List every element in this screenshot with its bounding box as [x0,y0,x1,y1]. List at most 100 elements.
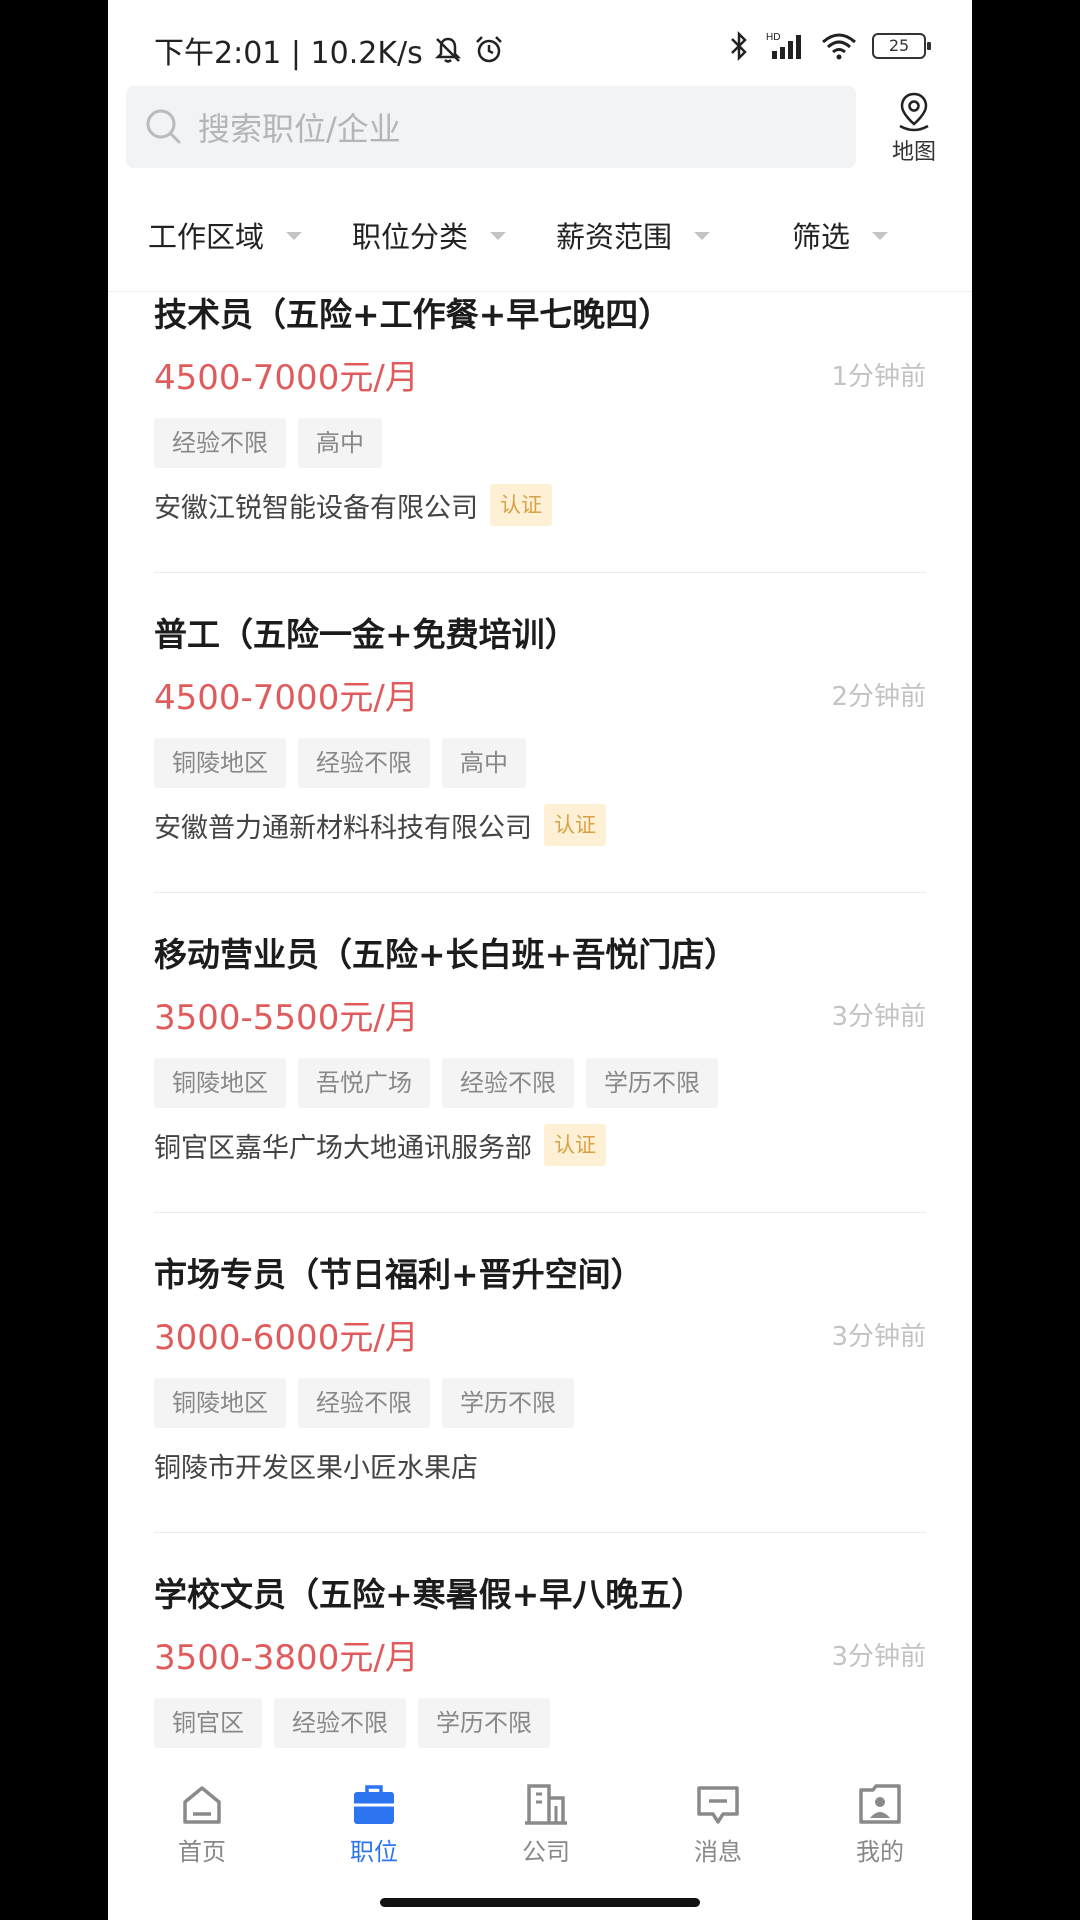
company-row: 安徽江锐智能设备有限公司 认证 [154,482,552,528]
job-salary: 4500-7000元/月 [154,358,419,398]
job-card[interactable]: 技术员（五险+工作餐+早七晚四） 4500-7000元/月 1分钟前 经验不限 … [154,292,926,572]
filter-label: 工作区域 [148,220,265,254]
search-input[interactable]: 搜索职位/企业 [126,86,856,168]
divider [154,1212,926,1213]
job-tags: 经验不限 高中 [154,418,382,468]
verified-badge: 认证 [490,484,552,526]
bell-muted-icon [434,37,461,63]
status-bar: 下午2:01 | 10.2K/s HD 25 [108,0,972,80]
filter-work-area[interactable]: 工作区域 [148,214,303,256]
nav-label: 消息 [694,1838,742,1866]
company-name: 安徽普力通新材料科技有限公司 [154,812,532,844]
job-card[interactable]: 普工（五险一金+免费培训） 4500-7000元/月 2分钟前 铜陵地区 经验不… [154,612,926,892]
company-name: 铜官区嘉华广场大地通讯服务部 [154,1132,532,1164]
verified-badge: 认证 [544,1124,606,1166]
chevron-down-icon [490,232,507,240]
job-posted-time: 2分钟前 [831,682,926,712]
job-salary: 3000-6000元/月 [154,1318,419,1358]
home-indicator[interactable] [380,1898,700,1907]
map-button[interactable]: 地图 [874,90,954,166]
job-tag: 铜陵地区 [154,1378,286,1428]
job-card[interactable]: 学校文员（五险+寒暑假+早八晚五） 3500-3800元/月 3分钟前 铜官区 … [154,1572,926,1760]
job-tag: 学历不限 [442,1378,574,1428]
job-tags: 铜陵地区 经验不限 高中 [154,738,526,788]
divider [154,572,926,573]
filter-salary-range[interactable]: 薪资范围 [556,214,711,256]
job-tag: 吾悦广场 [298,1058,430,1108]
status-left: 下午2:01 | 10.2K/s [154,28,505,72]
nav-jobs[interactable]: 职位 [314,1780,434,1867]
search-row: 搜索职位/企业 地图 [126,86,954,168]
status-right: HD 25 [726,30,931,62]
job-list: 技术员（五险+工作餐+早七晚四） 4500-7000元/月 1分钟前 经验不限 … [108,292,972,1760]
job-tag: 经验不限 [298,1378,430,1428]
job-tag: 经验不限 [274,1698,406,1748]
company-row: 铜官区嘉华广场大地通讯服务部 认证 [154,1122,606,1168]
divider [154,1532,926,1533]
job-posted-time: 3分钟前 [831,1642,926,1672]
job-card[interactable]: 市场专员（节日福利+晋升空间） 3000-6000元/月 3分钟前 铜陵地区 经… [154,1252,926,1532]
job-tag: 经验不限 [298,738,430,788]
company-row: 铜陵市开发区果小匠水果店 [154,1442,478,1488]
phone-screen: 下午2:01 | 10.2K/s HD 25 搜索职位/企业 地图 工作区域 职… [108,0,972,1920]
nav-label: 职位 [350,1838,398,1866]
job-posted-time: 3分钟前 [831,1002,926,1032]
job-title: 移动营业员（五险+长白班+吾悦门店） [154,935,738,974]
nav-label: 我的 [856,1838,904,1866]
filter-label: 筛选 [792,220,851,254]
nav-company[interactable]: 公司 [486,1780,606,1867]
home-icon [183,1786,221,1824]
job-tag: 铜陵地区 [154,1058,286,1108]
filter-bar: 工作区域 职位分类 薪资范围 筛选 [108,196,972,292]
filter-job-category[interactable]: 职位分类 [352,214,507,256]
job-salary: 3500-5500元/月 [154,998,419,1038]
search-placeholder: 搜索职位/企业 [198,110,401,148]
job-title: 学校文员（五险+寒暑假+早八晚五） [154,1575,705,1614]
verified-badge: 认证 [544,804,606,846]
signal-hd-label: HD [766,32,780,43]
message-icon [697,1786,739,1824]
nav-home[interactable]: 首页 [142,1780,262,1867]
search-icon [146,109,181,144]
filter-label: 职位分类 [352,220,469,254]
nav-label: 公司 [522,1838,570,1866]
job-posted-time: 3分钟前 [831,1322,926,1352]
job-tag: 经验不限 [442,1058,574,1108]
chevron-down-icon [286,232,303,240]
filter-label: 薪资范围 [556,220,673,254]
bottom-nav: 首页 职位 公司 消息 我的 [108,1760,972,1920]
nav-label: 首页 [178,1838,226,1866]
job-salary: 3500-3800元/月 [154,1638,419,1678]
nav-messages[interactable]: 消息 [658,1780,778,1867]
divider [154,892,926,893]
company-name: 铜陵市开发区果小匠水果店 [154,1452,478,1484]
cellular-signal-icon: HD [766,32,801,59]
job-tag: 高中 [442,738,526,788]
chevron-down-icon [872,232,889,240]
job-tags: 铜陵地区 经验不限 学历不限 [154,1378,574,1428]
job-tag: 学历不限 [418,1698,550,1748]
job-tags: 铜陵地区 吾悦广场 经验不限 学历不限 [154,1058,718,1108]
job-title: 普工（五险一金+免费培训） [154,615,578,654]
building-icon [525,1784,567,1825]
job-card[interactable]: 移动营业员（五险+长白班+吾悦门店） 3500-5500元/月 3分钟前 铜陵地… [154,932,926,1212]
company-name: 安徽江锐智能设备有限公司 [154,492,478,524]
job-tag: 高中 [298,418,382,468]
filter-more[interactable]: 筛选 [792,214,889,256]
job-title: 技术员（五险+工作餐+早七晚四） [154,295,672,334]
company-row: 安徽普力通新材料科技有限公司 认证 [154,802,606,848]
map-label: 地图 [891,140,936,165]
wifi-icon [822,33,856,60]
nav-profile[interactable]: 我的 [820,1780,940,1867]
profile-icon [859,1784,901,1824]
job-posted-time: 1分钟前 [831,362,926,392]
map-pin-icon [899,92,929,132]
bluetooth-icon [731,30,747,62]
job-tag: 铜陵地区 [154,738,286,788]
job-tags: 铜官区 经验不限 学历不限 [154,1698,550,1748]
status-time-speed: 下午2:01 | 10.2K/s [154,36,423,71]
job-tag: 经验不限 [154,418,286,468]
battery-indicator: 25 [872,33,931,59]
job-tag: 铜官区 [154,1698,262,1748]
chevron-down-icon [694,232,711,240]
